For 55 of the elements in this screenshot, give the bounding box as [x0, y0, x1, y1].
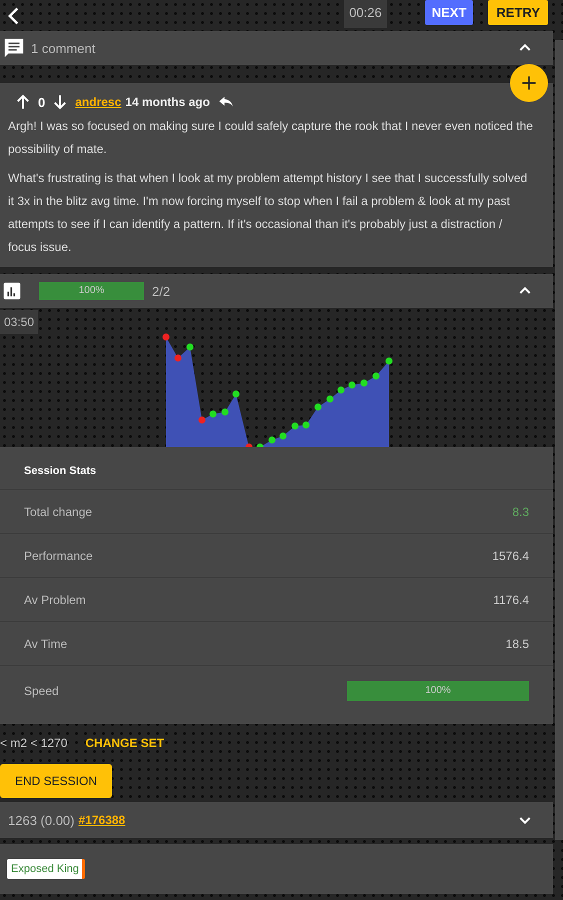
tag-chip[interactable]: Exposed King	[7, 859, 85, 879]
data-point	[280, 432, 286, 440]
data-point	[174, 354, 182, 362]
speed-bar: 100%	[347, 681, 529, 701]
stat-value: 1576.4	[492, 548, 529, 562]
data-point	[338, 386, 344, 394]
stat-label: Total change	[24, 504, 92, 518]
problem-link[interactable]: #176388	[78, 813, 126, 827]
data-point	[198, 416, 206, 424]
stat-value: 8.3	[512, 504, 529, 518]
timer: 03:50	[0, 310, 38, 334]
rating-range: < m2 < 1270	[0, 736, 68, 750]
change-set-button[interactable]: CHANGE SET	[85, 736, 164, 750]
comment-age: 14 months ago	[125, 95, 210, 109]
data-point	[360, 380, 368, 386]
data-point	[386, 358, 392, 364]
data-point	[246, 444, 252, 447]
comment-count: 1 comment	[31, 40, 96, 56]
data-point	[210, 410, 216, 418]
data-point	[162, 334, 170, 340]
comment-text: Argh! I was so focused on making sure I could safely capture the rook that I never even noticed the possibility of mate.	[8, 118, 533, 158]
progress-header[interactable]: 100% 2/2	[0, 274, 553, 308]
comments-header[interactable]: 1 comment	[0, 31, 553, 65]
end-session-button[interactable]: END SESSION	[0, 764, 112, 798]
problem-header[interactable]: 1263 (0.00) #176388	[0, 802, 553, 838]
timer: 00:26	[344, 0, 387, 28]
comment-icon	[3, 37, 25, 59]
next-button[interactable]: NEXT	[424, 0, 474, 25]
data-point	[372, 372, 380, 380]
progress-bar: 100%	[39, 282, 144, 300]
data-point	[348, 382, 356, 388]
data-point	[256, 444, 264, 447]
problem-rating: 1263 (0.00)	[8, 812, 74, 828]
vote-score: 0	[38, 94, 46, 110]
author-link[interactable]: andresc	[75, 95, 122, 109]
data-point	[186, 344, 194, 350]
data-point	[292, 422, 298, 430]
data-point	[302, 422, 310, 428]
data-point	[232, 390, 240, 398]
stat-label: Speed	[24, 684, 59, 698]
comment-text: What's frustrating is that when I look at my problem attempt history I see that I successfully solved it 3x in the blitz avg time. I'm now forcing myself to stop when I fail a problem & look at my past attempts to see if I can identify a pattern. If it's occasional than it's probably just a distraction / focus issue.	[8, 170, 528, 256]
data-point	[268, 436, 276, 444]
scrollbar[interactable]	[555, 40, 563, 840]
data-point	[314, 404, 322, 410]
data-point	[222, 408, 228, 416]
retry-button[interactable]: RETRY	[488, 0, 548, 25]
data-point	[326, 396, 334, 402]
progress-count: 2/2	[152, 284, 170, 298]
stat-label: Av Time	[24, 636, 68, 650]
stat-label: Av Problem	[24, 592, 86, 606]
stat-value: 18.5	[506, 636, 529, 650]
stat-value: 1176.4	[493, 592, 529, 606]
bar-chart-icon	[3, 282, 21, 300]
stat-label: Performance	[24, 548, 93, 562]
stats-title: Session Stats	[0, 447, 553, 490]
